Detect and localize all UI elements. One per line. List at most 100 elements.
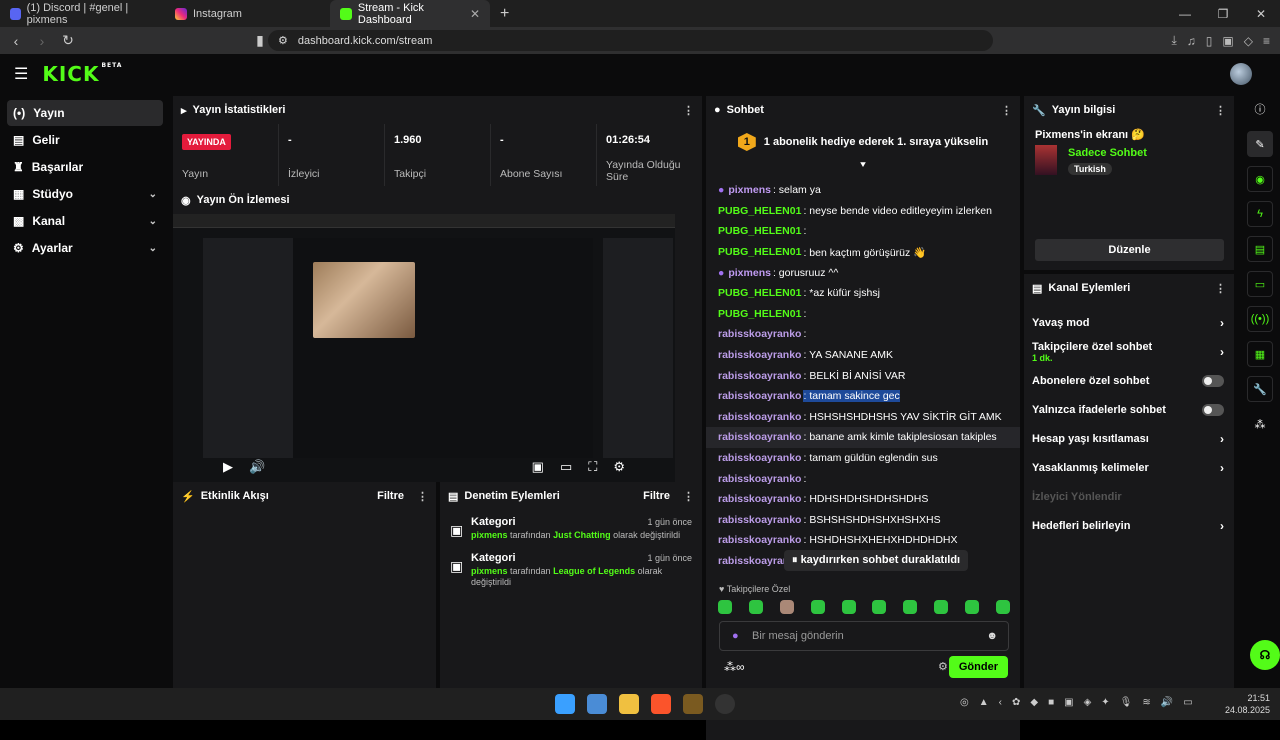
stream-preview[interactable]: ▶ 🔊 ▣ ▭ ⛶ ⚙ <box>173 214 675 482</box>
chat-username[interactable]: PUBG_HELEN01 <box>718 205 801 217</box>
filter-button[interactable]: Filtre <box>377 490 404 502</box>
chat-username[interactable]: rabisskoayranko <box>718 514 801 526</box>
site-info-icon[interactable]: ⚙ <box>278 34 288 47</box>
obs-icon[interactable] <box>715 694 735 714</box>
tab-instagram[interactable]: Instagram <box>165 0 330 27</box>
channel-action-row[interactable]: Hesap yaşı kısıtlaması › <box>1024 424 1234 453</box>
maximize-icon[interactable]: ❐ <box>1204 7 1242 21</box>
category-name[interactable]: Sadece Sohbet <box>1068 147 1147 159</box>
edit-button[interactable]: Düzenle <box>1035 239 1224 261</box>
chat-username[interactable]: rabisskoayranko <box>718 473 801 485</box>
wrench-icon[interactable]: 🔧 <box>1247 376 1273 402</box>
chat-message[interactable]: rabisskoayranko: BELKİ Bİ ANİSİ VAR <box>706 365 1020 386</box>
chat-message[interactable]: rabisskoayranko: HDHSHDHSHDHSHDHS <box>706 489 1020 510</box>
broadcast-icon[interactable]: ((•)) <box>1247 306 1273 332</box>
forward-icon[interactable]: › <box>32 33 52 49</box>
tray-icon[interactable]: ✿ <box>1012 697 1020 708</box>
new-tab-button[interactable]: + <box>500 5 509 23</box>
wallet-icon[interactable]: ▣ <box>1222 34 1233 48</box>
mic-icon[interactable]: 🎙 <box>1120 697 1133 708</box>
channel-action-row[interactable]: Takipçilere özel sohbet 1 dk. › <box>1024 337 1234 366</box>
channel-action-row[interactable]: Yavaş mod › <box>1024 308 1234 337</box>
more-icon[interactable]: ⋮ <box>1215 282 1226 295</box>
chat-message[interactable]: rabisskoayranko: HSHDHSHXHEHXHDHDHDHX <box>706 530 1020 551</box>
emote-icon[interactable] <box>995 600 1010 614</box>
more-icon[interactable]: ⋮ <box>683 490 694 503</box>
chat-username[interactable]: PUBG_HELEN01 <box>718 225 801 237</box>
sidebar-item-yayin[interactable]: (•) Yayın <box>7 100 163 126</box>
emote-icon[interactable] <box>779 600 794 614</box>
sidebar-item-kanal[interactable]: ▩ Kanal ⌄ <box>7 208 163 234</box>
chat-message[interactable]: PUBG_HELEN01: <box>706 304 1020 325</box>
chat-message[interactable]: PUBG_HELEN01: neyse bende video editleye… <box>706 201 1020 222</box>
gear-icon[interactable]: ⚙ <box>938 660 948 673</box>
chat-username[interactable]: rabisskoayranko <box>718 452 801 464</box>
download-icon[interactable]: ⤓ <box>1171 33 1176 48</box>
music-icon[interactable]: ♫ <box>1187 34 1196 48</box>
battery-icon[interactable]: ▭ <box>1183 697 1192 708</box>
support-icon[interactable]: ☊ <box>1250 640 1280 670</box>
collapse-icon[interactable]: ⯆ <box>706 160 1020 171</box>
folder-icon[interactable] <box>619 694 639 714</box>
tab-kick[interactable]: Stream - Kick Dashboard ✕ <box>330 0 490 27</box>
tray-icon[interactable]: ◈ <box>1084 697 1092 708</box>
emote-icon[interactable] <box>748 600 763 614</box>
channel-action-row[interactable]: Yalnızca ifadelerle sohbet <box>1024 395 1234 424</box>
wifi-icon[interactable]: ≋ <box>1142 697 1150 708</box>
hamburger-icon[interactable]: ☰ <box>14 64 28 84</box>
bookmark-icon[interactable]: ▮ <box>250 32 270 49</box>
brave-icon[interactable] <box>651 694 671 714</box>
channel-action-row[interactable]: Hedefleri belirleyin › <box>1024 511 1234 540</box>
chat-username[interactable]: pixmens <box>728 267 771 279</box>
theater-icon[interactable]: ▭ <box>560 459 572 475</box>
channel-action-row[interactable]: Abonelere özel sohbet <box>1024 366 1234 395</box>
chat-message[interactable]: rabisskoayranko: tamam güldün eglendin s… <box>706 448 1020 469</box>
emote-icon[interactable] <box>872 600 887 614</box>
emote-icon[interactable] <box>965 600 979 614</box>
chat-input[interactable]: ● Bir mesaj gönderin ☻ <box>719 621 1009 651</box>
chat-username[interactable]: pixmens <box>728 184 771 196</box>
chat-message[interactable]: ● pixmens: selam ya <box>706 180 1020 201</box>
chat-message[interactable]: rabisskoayranko: <box>706 324 1020 345</box>
emote-icon[interactable] <box>903 600 918 614</box>
chat-username[interactable]: PUBG_HELEN01 <box>718 246 801 258</box>
photos-icon[interactable] <box>587 694 607 714</box>
document-icon[interactable]: ▤ <box>1247 236 1273 262</box>
chat-username[interactable]: PUBG_HELEN01 <box>718 287 801 299</box>
emoji-icon[interactable]: ☻ <box>986 630 998 642</box>
chat-username[interactable]: rabisskoayranko <box>718 349 801 361</box>
chat-message[interactable]: rabisskoayranko: BSHSHSHDHSHXHSHXHS <box>706 510 1020 531</box>
emote-icon[interactable] <box>841 600 856 614</box>
chat-message[interactable]: rabisskoayranko: YA SANANE AMK <box>706 345 1020 366</box>
more-icon[interactable]: ⋮ <box>1215 104 1226 117</box>
chat-message[interactable]: ● pixmens: gorusruuz ^^ <box>706 262 1020 283</box>
sidebar-icon[interactable]: ▯ <box>1206 34 1213 48</box>
chat-paused-notice[interactable]: ⏸ kaydırırken sohbet duraklatıldı <box>784 550 969 571</box>
chat-username[interactable]: rabisskoayranko <box>718 370 801 382</box>
filter-button[interactable]: Filtre <box>643 490 670 502</box>
chat-username[interactable]: PUBG_HELEN01 <box>718 308 801 320</box>
tab-discord[interactable]: (1) Discord | #genel | pixmens <box>0 0 165 27</box>
chat-message[interactable]: PUBG_HELEN01: ben kaçtım görüşürüz 👋 <box>706 242 1020 263</box>
emote-icon[interactable] <box>934 600 949 614</box>
tray-icon[interactable]: ‹ <box>999 697 1002 708</box>
tray-icon[interactable]: ▣ <box>1064 697 1073 708</box>
chat-message[interactable]: rabisskoayranko: banane amk kimle takipl… <box>706 427 1020 448</box>
more-icon[interactable]: ⋮ <box>1001 104 1012 117</box>
chat-message[interactable]: PUBG_HELEN01: <box>706 221 1020 242</box>
play-icon[interactable]: ▶ <box>223 459 233 475</box>
chat-message[interactable]: PUBG_HELEN01: *az küfür sjshsj <box>706 283 1020 304</box>
volume-icon[interactable]: 🔊 <box>1161 697 1173 708</box>
tray-icon[interactable]: ✦ <box>1101 697 1109 708</box>
chat-username[interactable]: rabisskoayranko <box>718 431 801 443</box>
settings-icon[interactable]: ⚙ <box>613 459 625 475</box>
toggle-switch[interactable] <box>1202 403 1224 416</box>
clock[interactable]: 21:51 24.08.2025 <box>1225 692 1270 716</box>
sidebar-item-basarilar[interactable]: ♜ Başarılar <box>7 154 163 180</box>
back-icon[interactable]: ‹ <box>6 33 26 49</box>
chat-message[interactable]: rabisskoayranko: <box>706 468 1020 489</box>
chat-username[interactable]: rabisskoayranko <box>718 328 801 340</box>
info-icon[interactable]: ⓘ <box>1247 96 1273 122</box>
chat-username[interactable]: rabisskoayranko <box>718 493 801 505</box>
more-icon[interactable]: ⋮ <box>683 104 694 117</box>
